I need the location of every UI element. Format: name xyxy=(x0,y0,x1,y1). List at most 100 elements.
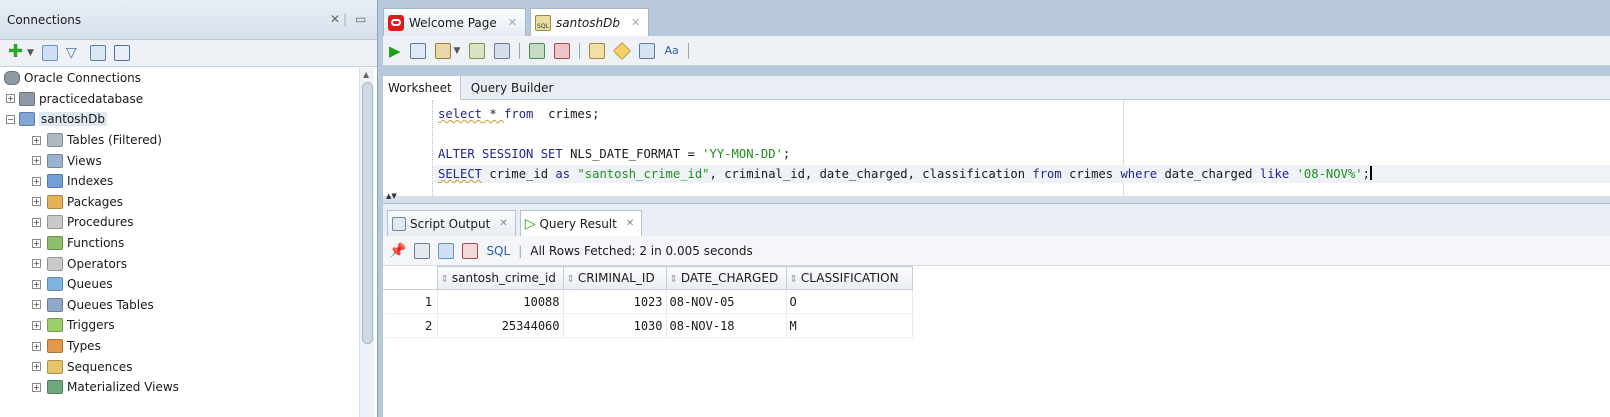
tree-item[interactable]: + Indexes xyxy=(0,171,360,192)
row-number-header xyxy=(383,266,438,290)
history-icon[interactable] xyxy=(639,42,656,59)
refresh-icon[interactable] xyxy=(41,45,58,61)
scrollbar-thumb[interactable] xyxy=(362,82,373,344)
cell-date-charged[interactable]: 08-NOV-05 xyxy=(666,289,787,314)
line-gutter xyxy=(383,100,433,196)
expand-icon[interactable]: + xyxy=(32,362,41,372)
commit-icon[interactable] xyxy=(529,42,546,59)
tree-item[interactable]: + Operators xyxy=(0,253,360,274)
tree-item-label: Tables (Filtered) xyxy=(67,133,162,148)
column-label: CLASSIFICATION xyxy=(800,271,899,285)
sort-icon[interactable]: ⇕ xyxy=(567,274,575,285)
tree-item[interactable]: − santoshDb xyxy=(0,109,360,130)
expand-icon[interactable]: + xyxy=(32,156,41,166)
sql-link[interactable]: SQL xyxy=(486,244,510,258)
sort-icon[interactable]: ⇕ xyxy=(670,274,678,285)
column-header-date-charged[interactable]: ⇕ DATE_CHARGED xyxy=(665,266,787,290)
refresh-icon[interactable] xyxy=(438,242,455,259)
expand-icon[interactable]: + xyxy=(32,217,41,227)
tree-item[interactable]: + Functions xyxy=(0,233,360,254)
cell-crime-id[interactable]: 25344060 xyxy=(437,313,564,338)
expand-icon[interactable]: + xyxy=(32,176,41,186)
expand-icon[interactable]: + xyxy=(32,238,41,248)
close-icon[interactable]: ✕ xyxy=(330,12,340,26)
close-icon[interactable]: ✕ xyxy=(631,16,640,29)
cell-crime-id[interactable]: 10088 xyxy=(437,289,564,314)
tree-item[interactable]: + practicedatabase xyxy=(0,89,360,110)
expand-icon[interactable]: + xyxy=(32,300,41,310)
close-icon[interactable]: ✕ xyxy=(626,218,634,229)
cell-criminal-id[interactable]: 1030 xyxy=(563,313,667,338)
code-line-2[interactable]: ALTER SESSION SET NLS_DATE_FORMAT = 'YY-… xyxy=(438,145,790,163)
tree-item[interactable]: + Sequences xyxy=(0,356,360,377)
expand-icon[interactable]: + xyxy=(32,135,41,145)
sort-icon[interactable] xyxy=(89,45,106,61)
tree-item[interactable]: + Triggers xyxy=(0,315,360,336)
chevron-down-icon[interactable]: ▼ xyxy=(454,46,461,56)
close-icon[interactable]: ✕ xyxy=(508,16,517,29)
queue-icon xyxy=(47,277,63,292)
column-header-crime-id[interactable]: ⇕ santosh_crime_id xyxy=(436,266,564,290)
add-connection-icon[interactable]: ✚ xyxy=(8,43,24,61)
tab-query-builder[interactable]: Query Builder xyxy=(461,76,562,100)
column-header-classification[interactable]: ⇕ CLASSIFICATION xyxy=(785,266,913,290)
tab-welcome-page[interactable]: Welcome Page ✕ xyxy=(383,8,526,36)
rollback-icon[interactable] xyxy=(554,42,571,59)
expand-icon[interactable]: + xyxy=(32,382,41,392)
keyword: where xyxy=(1120,167,1158,181)
column-header-criminal-id[interactable]: ⇕ CRIMINAL_ID xyxy=(562,266,667,290)
filter-icon[interactable]: ▽ xyxy=(66,45,82,61)
run-script-icon[interactable] xyxy=(409,42,426,59)
cell-classification[interactable]: M xyxy=(786,313,913,338)
collapse-icon[interactable]: − xyxy=(6,114,15,124)
expand-icon[interactable]: + xyxy=(32,320,41,330)
table-row[interactable]: 2 25344060 1030 08-NOV-18 M xyxy=(383,313,913,338)
clear-icon[interactable] xyxy=(613,41,632,60)
minimize-icon[interactable]: ▭ xyxy=(355,12,366,26)
scroll-up-icon[interactable]: ▲ xyxy=(363,70,369,79)
sql-editor[interactable]: select * from crimes; ALTER SESSION SET … xyxy=(383,100,1610,196)
editor-results-splitter[interactable]: ▲▼ xyxy=(383,193,1610,204)
sort-icon[interactable]: ⇕ xyxy=(790,274,798,285)
format-icon[interactable]: Aa xyxy=(664,44,678,57)
tree-item[interactable]: + Materialized Views xyxy=(0,377,360,398)
code-line-3[interactable]: SELECT crime_id as "santosh_crime_id", c… xyxy=(434,165,1610,183)
cell-date-charged[interactable]: 08-NOV-18 xyxy=(666,313,787,338)
code-line-1[interactable]: select * from crimes; xyxy=(438,105,599,123)
print-icon[interactable] xyxy=(414,242,431,259)
expand-icon[interactable]: + xyxy=(6,94,15,104)
tree-item[interactable]: + Procedures xyxy=(0,212,360,233)
tab-script-output[interactable]: Script Output ✕ xyxy=(387,210,516,236)
tree-item[interactable]: + Views xyxy=(0,150,360,171)
table-row[interactable]: 1 10088 1023 08-NOV-05 O xyxy=(383,289,913,314)
cancel-query-icon[interactable] xyxy=(462,242,479,259)
expand-icon[interactable]: + xyxy=(32,197,41,207)
tab-worksheet[interactable]: Worksheet xyxy=(383,76,461,100)
tree-item[interactable]: + Types xyxy=(0,336,360,357)
cell-criminal-id[interactable]: 1023 xyxy=(563,289,667,314)
collapse-arrows-icon[interactable]: ▲▼ xyxy=(386,193,397,200)
tree-scrollbar[interactable]: ▲ xyxy=(359,68,374,417)
chevron-down-icon[interactable]: ▼ xyxy=(27,48,34,58)
schema-browser-icon[interactable] xyxy=(113,45,130,61)
autotrace-icon[interactable] xyxy=(434,42,451,59)
tab-query-result[interactable]: ▷ Query Result ✕ xyxy=(519,210,643,236)
expand-icon[interactable]: + xyxy=(32,259,41,269)
expand-icon[interactable]: + xyxy=(32,341,41,351)
pin-icon[interactable]: 📌 xyxy=(389,243,406,259)
tree-item[interactable]: + Packages xyxy=(0,192,360,213)
sort-icon[interactable]: ⇕ xyxy=(441,274,449,285)
tree-item[interactable]: + Tables (Filtered) xyxy=(0,130,360,151)
tree-item[interactable]: Oracle Connections xyxy=(0,68,360,89)
unshared-sql-icon[interactable] xyxy=(589,42,606,59)
expand-icon[interactable]: + xyxy=(32,279,41,289)
tree-item[interactable]: + Queues xyxy=(0,274,360,295)
tree-item[interactable]: + Queues Tables xyxy=(0,295,360,316)
close-icon[interactable]: ✕ xyxy=(499,218,507,229)
tab-santoshdb[interactable]: SQL santoshDb ✕ xyxy=(529,8,650,36)
column-label: DATE_CHARGED xyxy=(680,271,779,285)
sql-tuning-icon[interactable] xyxy=(494,42,511,59)
cell-classification[interactable]: O xyxy=(786,289,913,314)
explain-plan-icon[interactable] xyxy=(469,42,486,59)
run-statement-icon[interactable]: ▶ xyxy=(389,42,401,60)
